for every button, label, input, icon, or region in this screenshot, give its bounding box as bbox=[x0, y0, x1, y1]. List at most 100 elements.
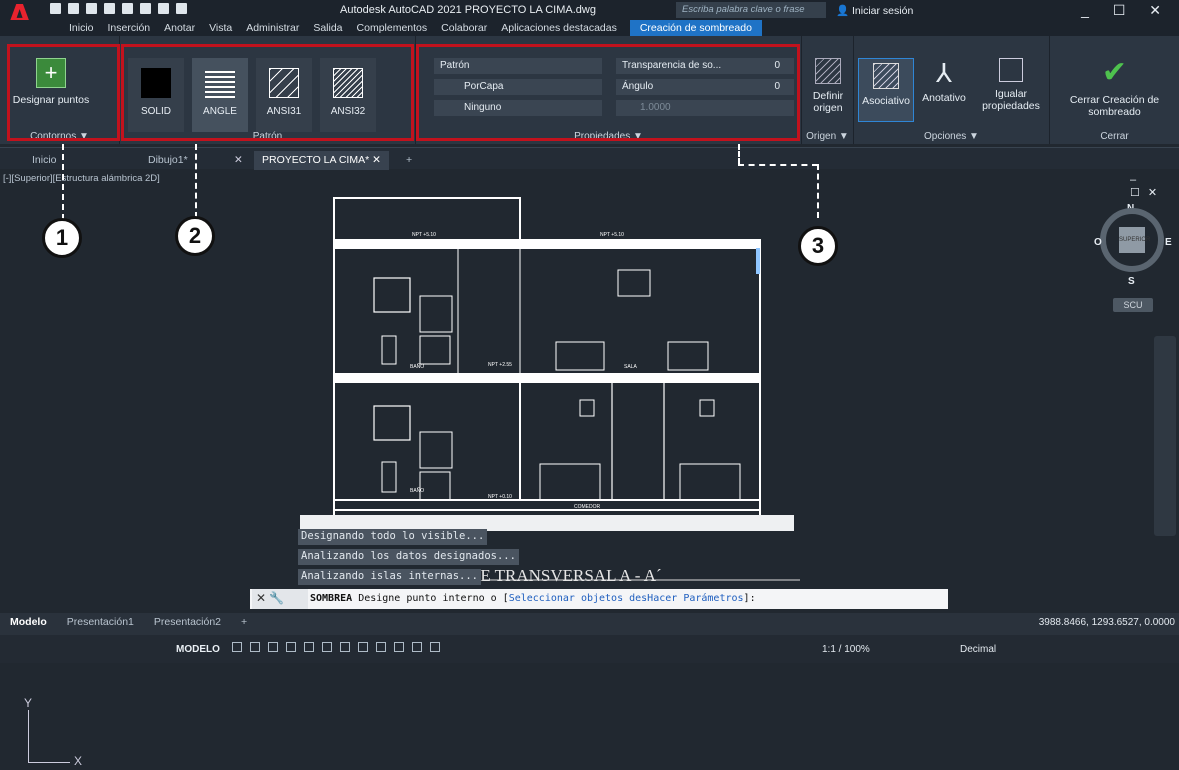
option-deshacer[interactable]: desHacer bbox=[629, 593, 677, 604]
anotativo-button[interactable]: ⅄ Anotativo bbox=[916, 58, 972, 104]
layout-tab-modelo[interactable]: Modelo bbox=[0, 613, 57, 631]
layout-tab-presentacion2[interactable]: Presentación2 bbox=[144, 613, 231, 631]
ucs-menu-button[interactable]: SCU bbox=[1113, 298, 1153, 312]
drafting-toggles bbox=[232, 642, 440, 652]
viewcube-west[interactable]: O bbox=[1094, 237, 1102, 248]
command-history-line: Analizando islas internas... bbox=[298, 569, 482, 585]
layout-tabs: Modelo Presentación1 Presentación2 + bbox=[0, 613, 257, 631]
dynamic-ucs-icon[interactable] bbox=[412, 642, 422, 652]
redo-icon[interactable] bbox=[176, 3, 187, 14]
annotation-scale[interactable]: 1:1 / 100% bbox=[822, 644, 870, 655]
tab-colaborar[interactable]: Colaborar bbox=[434, 20, 494, 36]
layout-tab-presentacion1[interactable]: Presentación1 bbox=[57, 613, 144, 631]
option-seleccionar-objetos[interactable]: Seleccionar objetos bbox=[509, 593, 623, 604]
new-icon[interactable] bbox=[50, 3, 61, 14]
level-ground: NPT +0.10 bbox=[488, 494, 512, 500]
asociativo-label: Asociativo bbox=[862, 95, 910, 107]
doc-tab-proyecto-label: PROYECTO LA CIMA* bbox=[262, 154, 370, 166]
window-controls[interactable]: _ ☐ ✕ bbox=[1081, 2, 1171, 19]
doc-tab-inicio[interactable]: Inicio bbox=[24, 151, 65, 170]
tab-complementos[interactable]: Complementos bbox=[350, 20, 435, 36]
doc-tab-proyecto[interactable]: PROYECTO LA CIMA* ✕ bbox=[254, 151, 389, 170]
save-as-icon[interactable] bbox=[104, 3, 115, 14]
level-top-left: NPT +5.10 bbox=[412, 232, 436, 238]
callout-line-2 bbox=[195, 144, 197, 218]
origen-label[interactable]: Origen ▼ bbox=[802, 131, 853, 142]
label-comedor: COMEDOR bbox=[574, 504, 601, 510]
undo-icon[interactable] bbox=[158, 3, 169, 14]
new-tab-icon[interactable]: + bbox=[398, 151, 420, 170]
customize-wrench-icon[interactable]: 🔧 bbox=[269, 591, 284, 605]
command-line-buttons: ✕ 🔧 bbox=[252, 589, 308, 609]
save-icon[interactable] bbox=[86, 3, 97, 14]
level-mid: NPT +2.55 bbox=[488, 362, 512, 368]
osnap-icon[interactable] bbox=[322, 642, 332, 652]
label-bano-lower: BAÑO bbox=[410, 487, 424, 494]
viewcube-east[interactable]: E bbox=[1165, 237, 1172, 248]
title-bar: A Autodesk AutoCAD 2021 PROYECTO LA CIMA… bbox=[0, 0, 1179, 34]
tab-vista[interactable]: Vista bbox=[202, 20, 239, 36]
associative-icon bbox=[873, 63, 899, 89]
document-tabs: Inicio Dibujo1* ✕ PROYECTO LA CIMA* ✕ + bbox=[0, 147, 1179, 170]
label-sala: SALA bbox=[624, 364, 637, 370]
transparency-icon[interactable] bbox=[358, 642, 368, 652]
polar-icon[interactable] bbox=[286, 642, 296, 652]
tab-administrar[interactable]: Administrar bbox=[239, 20, 306, 36]
plot-icon[interactable] bbox=[122, 3, 133, 14]
coordinates-readout[interactable]: 3988.8466, 1293.6527, 0.0000 bbox=[1039, 617, 1175, 628]
viewcube-south[interactable]: S bbox=[1128, 276, 1135, 287]
tab-salida[interactable]: Salida bbox=[306, 20, 349, 36]
highlight-box-2 bbox=[121, 44, 414, 141]
viewcube-face[interactable]: SUPERIOR bbox=[1119, 227, 1150, 253]
command-history-line: Designando todo lo visible... bbox=[298, 529, 488, 545]
command-suffix: ]: bbox=[743, 593, 756, 604]
tab-anotar[interactable]: Anotar bbox=[157, 20, 202, 36]
definir-origen-button[interactable]: Definir origen bbox=[806, 58, 850, 114]
sign-in-button[interactable]: 👤 Iniciar sesión bbox=[836, 4, 913, 17]
lineweight-icon[interactable] bbox=[340, 642, 350, 652]
annotation-icon[interactable] bbox=[430, 642, 440, 652]
3d-osnap-icon[interactable] bbox=[394, 642, 404, 652]
snap-icon[interactable] bbox=[250, 642, 260, 652]
callout-line-3b bbox=[738, 164, 818, 166]
selection-cycling-icon[interactable] bbox=[376, 642, 386, 652]
viewport-window-controls[interactable]: –☐✕ bbox=[1130, 174, 1179, 199]
tab-inicio[interactable]: Inicio bbox=[62, 20, 101, 36]
level-top-right: NPT +5.10 bbox=[600, 232, 624, 238]
panel-cerrar: ✔ Cerrar Creación de sombreado Cerrar bbox=[1050, 36, 1179, 144]
tab-insercion[interactable]: Inserción bbox=[101, 20, 158, 36]
status-bar: Modelo Presentación1 Presentación2 + 398… bbox=[0, 613, 1179, 663]
opciones-label[interactable]: Opciones ▼ bbox=[854, 131, 1049, 142]
callout-line-3c bbox=[817, 164, 819, 218]
callout-line-1 bbox=[62, 144, 64, 220]
add-layout-icon[interactable]: + bbox=[231, 613, 257, 631]
navigation-bar[interactable] bbox=[1154, 336, 1176, 536]
close-command-icon[interactable]: ✕ bbox=[256, 591, 266, 605]
tab-creacion-sombreado[interactable]: Creación de sombreado bbox=[629, 20, 762, 36]
search-input[interactable]: Escriba palabra clave o frase bbox=[676, 2, 826, 18]
ortho-icon[interactable] bbox=[268, 642, 278, 652]
units-select[interactable]: Decimal bbox=[960, 644, 996, 655]
command-line-input[interactable]: SOMBREA Designe punto interno o [Selecci… bbox=[250, 589, 948, 609]
window-title: Autodesk AutoCAD 2021 PROYECTO LA CIMA.d… bbox=[340, 4, 596, 16]
cerrar-panel-label: Cerrar bbox=[1100, 131, 1129, 142]
ucs-icon: Y X bbox=[10, 696, 90, 770]
option-parametros[interactable]: Parámetros bbox=[683, 593, 743, 604]
asociativo-button[interactable]: Asociativo bbox=[858, 58, 914, 122]
cerrar-sombreado-button[interactable]: ✔ Cerrar Creación de sombreado bbox=[1054, 58, 1175, 119]
tab-aplicaciones[interactable]: Aplicaciones destacadas bbox=[494, 20, 624, 36]
close-dibujo1-icon[interactable]: ✕ bbox=[226, 151, 251, 170]
highlight-box-1 bbox=[7, 44, 120, 141]
label-bano-upper: BAÑO bbox=[410, 363, 424, 370]
print-icon[interactable] bbox=[140, 3, 151, 14]
model-space-button[interactable]: MODELO bbox=[176, 644, 220, 655]
viewport-controls[interactable]: [-][Superior][Estructura alámbrica 2D] bbox=[3, 173, 160, 184]
panel-opciones: Asociativo ⅄ Anotativo Igualar propiedade… bbox=[854, 36, 1050, 144]
grid-icon[interactable] bbox=[232, 642, 242, 652]
igualar-propiedades-button[interactable]: Igualar propiedades bbox=[978, 58, 1044, 112]
doc-tab-dibujo1[interactable]: Dibujo1* bbox=[140, 151, 196, 170]
viewcube[interactable]: SUPERIOR bbox=[1100, 208, 1164, 272]
highlight-box-3 bbox=[416, 44, 800, 141]
isodraft-icon[interactable] bbox=[304, 642, 314, 652]
open-icon[interactable] bbox=[68, 3, 79, 14]
